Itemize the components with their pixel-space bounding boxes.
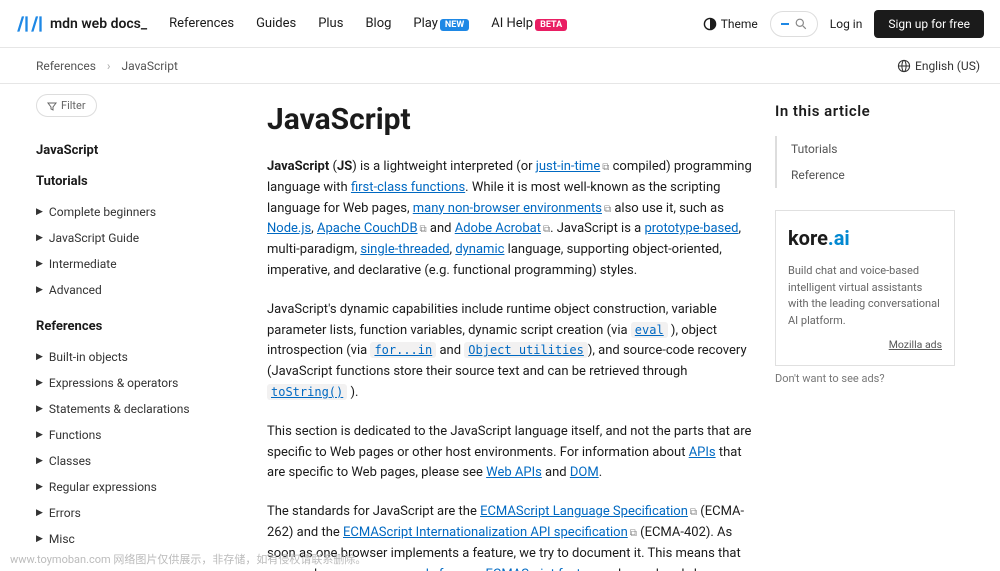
jit-link[interactable]: just-in-time	[536, 159, 600, 174]
search-input[interactable]	[770, 11, 818, 37]
beta-badge: BETA	[535, 19, 567, 31]
caret-right-icon: ▶	[36, 233, 43, 243]
sidebar-item-misc[interactable]: ▶Misc	[36, 526, 219, 552]
theme-toggle[interactable]: Theme	[703, 17, 758, 31]
caret-right-icon: ▶	[36, 508, 43, 518]
external-icon: ⧉	[690, 507, 697, 518]
nav-references[interactable]: References	[169, 16, 234, 31]
intro-paragraph: JavaScript (JS) is a lightweight interpr…	[267, 157, 755, 282]
new-badge: NEW	[440, 19, 469, 31]
header-right: Theme Log in Sign up for free	[703, 10, 984, 38]
sidebar-title: JavaScript	[36, 143, 219, 158]
sidebar-item-intermediate[interactable]: ▶Intermediate	[36, 251, 219, 277]
objutil-code[interactable]: Object utilities	[464, 342, 588, 358]
webapis-link[interactable]: Web APIs	[486, 465, 542, 480]
breadcrumb-item[interactable]: JavaScript	[122, 59, 178, 73]
filter-button[interactable]: Filter	[36, 94, 97, 117]
sidebar-item-builtins[interactable]: ▶Built-in objects	[36, 344, 219, 370]
ad-copy: Build chat and voice-based intelligent v…	[788, 263, 942, 329]
apis-link[interactable]: APIs	[689, 445, 716, 460]
caret-right-icon: ▶	[36, 207, 43, 217]
toc-item-reference[interactable]: Reference	[791, 162, 955, 188]
external-icon: ⧉	[630, 528, 637, 539]
ad-optout[interactable]: Don't want to see ads?	[775, 372, 955, 385]
caret-right-icon: ▶	[36, 285, 43, 295]
couchdb-link[interactable]: Apache CouchDB	[317, 221, 418, 236]
sidebar-section-tutorials: Tutorials	[36, 174, 219, 189]
nav-guides[interactable]: Guides	[256, 16, 296, 31]
top-nav: mdn web docs_ References Guides Plus Blo…	[0, 0, 1000, 48]
sidebar-item-js-guide[interactable]: ▶JavaScript Guide	[36, 225, 219, 251]
nav-aihelp[interactable]: AI HelpBETA	[491, 16, 567, 31]
sidebar-item-errors[interactable]: ▶Errors	[36, 500, 219, 526]
toc-item-tutorials[interactable]: Tutorials	[791, 136, 955, 162]
logo-text: mdn web docs_	[50, 16, 147, 32]
sidebar-item-complete-beginners[interactable]: ▶Complete beginners	[36, 199, 219, 225]
sidebar: Filter JavaScript Tutorials ▶Complete be…	[0, 84, 235, 571]
toc-title: In this article	[775, 102, 955, 120]
sidebar-item-expressions[interactable]: ▶Expressions & operators	[36, 370, 219, 396]
caret-right-icon: ▶	[36, 482, 43, 492]
non-browser-link[interactable]: many non-browser environments	[413, 201, 602, 216]
globe-icon	[897, 59, 911, 73]
nodejs-link[interactable]: Node.js	[267, 221, 311, 236]
dynamic-link[interactable]: dynamic	[455, 242, 504, 257]
dom-link[interactable]: DOM	[570, 465, 599, 480]
acrobat-link[interactable]: Adobe Acrobat	[455, 221, 541, 236]
watermark: www.toymoban.com 网络图片仅供展示，非存储，如有侵权请联系删除。	[10, 551, 366, 567]
mdn-logo[interactable]: mdn web docs_	[16, 14, 147, 34]
breadcrumb: References › JavaScript	[36, 59, 178, 73]
filter-icon	[47, 101, 57, 111]
search-cursor	[781, 23, 789, 25]
caret-right-icon: ▶	[36, 259, 43, 269]
page-title: JavaScript	[267, 102, 755, 137]
ad-logo: kore.ai	[788, 223, 942, 253]
sidebar-section-references: References	[36, 319, 219, 334]
caret-right-icon: ▶	[36, 430, 43, 440]
primary-nav: References Guides Plus Blog PlayNEW AI H…	[169, 16, 567, 31]
forin-code[interactable]: for...in	[370, 342, 436, 358]
caret-right-icon: ▶	[36, 534, 43, 544]
single-threaded-link[interactable]: single-threaded	[360, 242, 449, 257]
dynamic-paragraph: JavaScript's dynamic capabilities includ…	[267, 300, 755, 404]
nav-play[interactable]: PlayNEW	[413, 16, 469, 31]
eval-code[interactable]: eval	[631, 322, 668, 338]
ad-card[interactable]: kore.ai Build chat and voice-based intel…	[775, 210, 955, 366]
section-paragraph: This section is dedicated to the JavaScr…	[267, 422, 755, 484]
caret-right-icon: ▶	[36, 404, 43, 414]
prototype-link[interactable]: prototype-based	[644, 221, 738, 236]
caret-right-icon: ▶	[36, 456, 43, 466]
sidebar-item-classes[interactable]: ▶Classes	[36, 448, 219, 474]
nav-plus[interactable]: Plus	[318, 16, 343, 31]
article-content: JavaScript JavaScript (JS) is a lightwei…	[235, 84, 775, 571]
language-selector[interactable]: English (US)	[897, 59, 980, 73]
search-icon	[795, 18, 807, 30]
ad-attribution[interactable]: Mozilla ads	[788, 337, 942, 353]
tostring-code[interactable]: toString()	[267, 384, 347, 400]
nav-blog[interactable]: Blog	[365, 16, 391, 31]
sidebar-item-statements[interactable]: ▶Statements & declarations	[36, 396, 219, 422]
sidebar-item-advanced[interactable]: ▶Advanced	[36, 277, 219, 303]
first-class-functions-link[interactable]: first-class functions	[351, 180, 465, 195]
login-link[interactable]: Log in	[830, 17, 863, 31]
theme-icon	[703, 17, 717, 31]
caret-right-icon: ▶	[36, 352, 43, 362]
breadcrumb-item[interactable]: References	[36, 59, 96, 73]
mdn-logo-icon	[16, 14, 44, 34]
intl-link[interactable]: ECMAScript Internationalization API spec…	[343, 525, 628, 540]
table-of-contents: In this article Tutorials Reference kore…	[775, 84, 975, 571]
proposals-link[interactable]: proposals for new ECMAScript features	[378, 567, 606, 571]
caret-right-icon: ▶	[36, 378, 43, 388]
breadcrumb-bar: References › JavaScript English (US)	[0, 48, 1000, 84]
sidebar-item-functions[interactable]: ▶Functions	[36, 422, 219, 448]
ecma-link[interactable]: ECMAScript Language Specification	[480, 504, 688, 519]
sidebar-item-regex[interactable]: ▶Regular expressions	[36, 474, 219, 500]
external-icon: ⧉	[420, 224, 427, 235]
signup-button[interactable]: Sign up for free	[874, 10, 984, 38]
